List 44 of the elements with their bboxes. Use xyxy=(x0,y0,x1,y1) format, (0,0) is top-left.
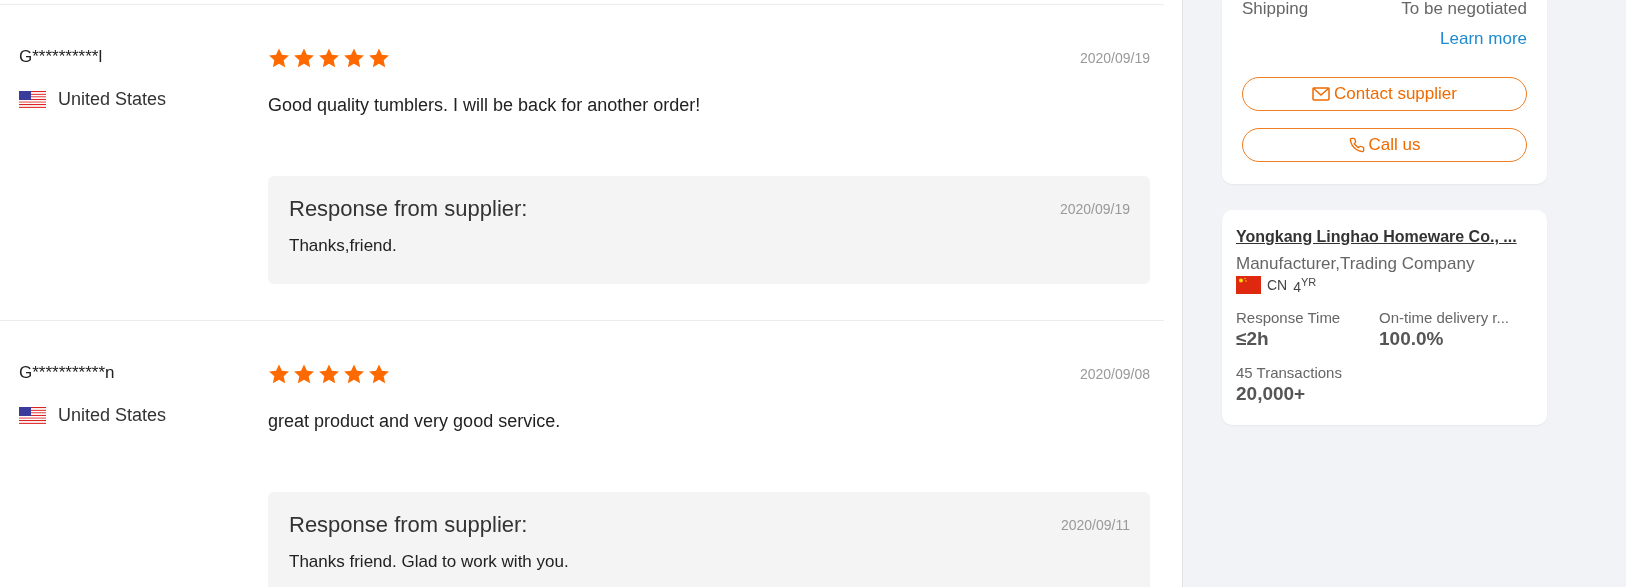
stat-value: ≤2h xyxy=(1236,327,1270,350)
call-button[interactable]: Call us xyxy=(1242,128,1527,162)
star-icon xyxy=(293,47,315,69)
star-icon xyxy=(368,47,390,69)
learn-more-link[interactable]: Learn more xyxy=(1440,29,1527,49)
review-text: Good quality tumblers. I will be back for another order! xyxy=(268,95,702,116)
mail-icon xyxy=(1312,87,1331,101)
response-text: Thanks,friend. xyxy=(289,236,398,256)
shipping-value: To be negotiated xyxy=(1401,0,1527,17)
flag-icon xyxy=(19,90,46,109)
star-icon xyxy=(293,363,315,385)
reviewer-name: G**********l xyxy=(19,47,104,67)
review-date: 2020/09/08 xyxy=(1079,366,1150,382)
country-name: United States xyxy=(58,405,167,426)
stat-value: 20,000+ xyxy=(1236,382,1307,405)
stat-label: 45 Transactions xyxy=(1236,363,1343,381)
star-icon xyxy=(343,363,365,385)
stat-label: Response Time xyxy=(1236,308,1342,326)
years-label: 4$^{YR}$ xyxy=(1293,276,1317,295)
country-code: CN xyxy=(1267,277,1288,294)
business-type: Manufacturer,Trading Company xyxy=(1236,254,1476,274)
star-icon xyxy=(318,363,340,385)
flag-icon xyxy=(1236,276,1261,295)
star-icon xyxy=(268,47,290,69)
response-title: Response from supplier: xyxy=(289,196,528,222)
country-name: United States xyxy=(58,89,167,110)
contact-button[interactable]: Contact supplier xyxy=(1242,77,1527,111)
company-name-link[interactable]: Yongkang Linghao Homeware Co., ... xyxy=(1236,228,1527,246)
response-title: Response from supplier: xyxy=(289,512,528,538)
stat-label: On-time delivery r... xyxy=(1379,308,1511,326)
phone-icon xyxy=(1348,137,1365,153)
response-date: 2020/09/11 xyxy=(1060,517,1130,533)
stat-value: 100.0% xyxy=(1379,327,1445,350)
response-text: Thanks friend. Glad to work with you. xyxy=(289,552,570,572)
review-text: great product and very good service. xyxy=(268,411,562,432)
flag-icon xyxy=(19,406,46,425)
star-icon xyxy=(343,47,365,69)
review-date: 2020/09/19 xyxy=(1079,50,1150,66)
reviewer-name: G***********n xyxy=(19,363,116,383)
response-date: 2020/09/19 xyxy=(1059,201,1130,217)
star-icon xyxy=(368,363,390,385)
shipping-label: Shipping xyxy=(1242,0,1309,17)
star-icon xyxy=(268,363,290,385)
star-icon xyxy=(318,47,340,69)
